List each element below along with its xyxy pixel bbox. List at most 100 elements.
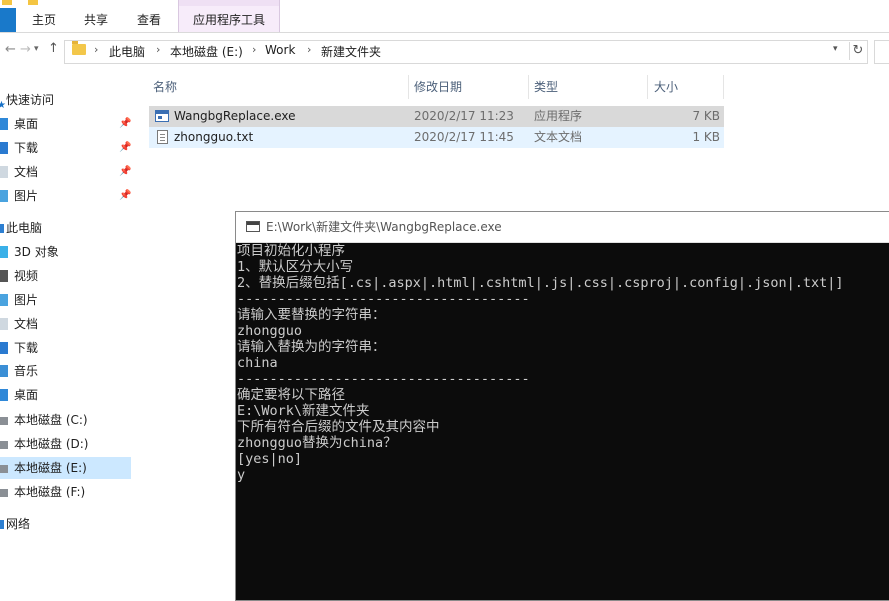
breadcrumb-work[interactable]: Work [265, 43, 295, 57]
folder-icon [72, 41, 86, 55]
network-icon [0, 520, 4, 529]
console-line: 1、默认区分大小写 [237, 259, 354, 275]
console-title-bar[interactable]: E:\Work\新建文件夹\WangbgReplace.exe [236, 212, 889, 243]
tab-home[interactable]: 主页 [24, 8, 64, 32]
console-line: y [237, 467, 246, 483]
file-tab[interactable] [0, 8, 16, 32]
column-header-name[interactable]: 名称 [153, 75, 177, 99]
file-type: 文本文档 [534, 130, 583, 144]
nav-drive-c[interactable]: 本地磁盘 (C:) [0, 409, 131, 431]
console-app-icon [246, 221, 260, 232]
console-line: china [237, 355, 278, 371]
nav-drive-d[interactable]: 本地磁盘 (D:) [0, 433, 131, 455]
quick-access-icon[interactable] [28, 0, 38, 5]
breadcrumb-this-pc[interactable]: 此电脑 [109, 43, 145, 60]
column-divider[interactable] [528, 75, 529, 99]
ribbon: 主页 共享 查看 应用程序工具 [0, 0, 889, 33]
console-window[interactable]: E:\Work\新建文件夹\WangbgReplace.exe 项目初始化小程序… [235, 211, 889, 601]
column-divider[interactable] [723, 75, 724, 99]
computer-icon [0, 224, 4, 233]
nav-pictures-pc[interactable]: 图片 [0, 289, 131, 311]
text-file-icon [157, 130, 168, 144]
download-icon [0, 342, 8, 354]
nav-3d-objects[interactable]: 3D 对象 [0, 241, 131, 263]
drive-icon [0, 465, 8, 473]
file-row[interactable]: WangbgReplace.exe 2020/2/17 11:23 应用程序 7… [149, 106, 724, 127]
file-size: 1 KB [692, 130, 720, 144]
column-divider[interactable] [647, 75, 648, 99]
up-arrow-icon[interactable]: ↑ [48, 41, 59, 56]
file-name: zhongguo.txt [174, 130, 254, 144]
videos-icon [0, 270, 8, 282]
console-line: 2、替换后缀包括[.cs|.aspx|.html|.cshtml|.js|.cs… [237, 275, 844, 291]
music-icon [0, 365, 8, 377]
console-line: 请输入要替换的字符串： [237, 307, 386, 323]
column-header-date[interactable]: 修改日期 [414, 75, 462, 99]
navigation-pane: ★ 快速访问 桌面 📌 下载 📌 文档 📌 图片 📌 此电脑 3D 对象 视频 … [0, 68, 135, 589]
tab-share[interactable]: 共享 [76, 8, 116, 32]
file-row[interactable]: zhongguo.txt 2020/2/17 11:45 文本文档 1 KB [149, 127, 724, 148]
tab-view[interactable]: 查看 [129, 8, 169, 32]
nav-videos[interactable]: 视频 [0, 265, 131, 287]
tab-application-tools-label: 应用程序工具 [192, 13, 265, 27]
column-header-size[interactable]: 大小 [654, 75, 678, 99]
pictures-icon [0, 190, 8, 202]
console-line: ------------------------------------ [237, 371, 530, 387]
download-icon [0, 142, 8, 154]
drive-icon [0, 417, 8, 425]
nav-this-pc[interactable]: 此电脑 [0, 217, 131, 239]
breadcrumb-new-folder[interactable]: 新建文件夹 [321, 43, 381, 60]
nav-drive-f[interactable]: 本地磁盘 (F:) [0, 481, 131, 503]
column-header-type[interactable]: 类型 [534, 75, 558, 99]
3d-objects-icon [0, 246, 8, 258]
address-dropdown-icon[interactable]: ▾ [833, 44, 838, 54]
column-divider[interactable] [408, 75, 409, 99]
pictures-icon [0, 294, 8, 306]
nav-download[interactable]: 下载 📌 [0, 137, 131, 159]
file-size: 7 KB [692, 109, 720, 123]
nav-desktop-pc[interactable]: 桌面 [0, 384, 131, 406]
nav-drive-e[interactable]: 本地磁盘 (E:) [0, 457, 131, 479]
file-name: WangbgReplace.exe [174, 109, 296, 123]
pin-icon[interactable]: 📌 [119, 137, 131, 159]
chevron-right-icon[interactable]: › [94, 43, 98, 56]
quick-access-icon[interactable] [2, 0, 12, 5]
recent-locations-chevron-icon[interactable]: ▾ [34, 44, 39, 54]
forward-arrow-icon[interactable]: → [20, 42, 31, 57]
nav-quick-access[interactable]: ★ 快速访问 [0, 89, 131, 111]
chevron-right-icon[interactable]: › [307, 43, 311, 56]
console-line: zhongguo替换为china？ [237, 435, 397, 451]
chevron-right-icon[interactable]: › [252, 43, 256, 56]
pin-icon[interactable]: 📌 [119, 161, 131, 183]
console-title: E:\Work\新建文件夹\WangbgReplace.exe [266, 220, 502, 234]
desktop-icon [0, 389, 8, 401]
console-line: 请输入替换为的字符串： [237, 339, 386, 355]
nav-pictures[interactable]: 图片 📌 [0, 185, 131, 207]
back-arrow-icon[interactable]: ← [5, 42, 16, 57]
tab-application-tools[interactable]: 应用程序工具 [178, 0, 280, 32]
file-date: 2020/2/17 11:23 [414, 109, 514, 123]
exe-icon [155, 110, 169, 122]
nav-documents[interactable]: 文档 📌 [0, 161, 131, 183]
breadcrumb-drive-e[interactable]: 本地磁盘 (E:) [170, 43, 243, 60]
drive-icon [0, 489, 8, 497]
nav-desktop[interactable]: 桌面 📌 [0, 113, 131, 135]
nav-music[interactable]: 音乐 [0, 360, 131, 382]
console-line: 项目初始化小程序 [237, 243, 345, 259]
refresh-icon[interactable]: ↻ [849, 42, 866, 60]
pin-icon[interactable]: 📌 [119, 113, 131, 135]
nav-download-pc[interactable]: 下载 [0, 337, 131, 359]
console-line: [yes|no] [237, 451, 303, 467]
pin-icon[interactable]: 📌 [119, 185, 131, 207]
nav-documents-pc[interactable]: 文档 [0, 313, 131, 335]
nav-network[interactable]: 网络 [0, 513, 131, 535]
file-date: 2020/2/17 11:45 [414, 130, 514, 144]
console-line: 下所有符合后缀的文件及其内容中 [237, 419, 440, 435]
search-box[interactable] [874, 40, 889, 64]
console-line: E:\Work\新建文件夹 [237, 403, 370, 419]
drive-icon [0, 441, 8, 449]
file-type: 应用程序 [534, 109, 583, 123]
console-line: 确定要将以下路径 [237, 387, 345, 403]
console-output[interactable]: 项目初始化小程序 1、默认区分大小写 2、替换后缀包括[.cs|.aspx|.h… [237, 243, 887, 483]
chevron-right-icon[interactable]: › [156, 43, 160, 56]
